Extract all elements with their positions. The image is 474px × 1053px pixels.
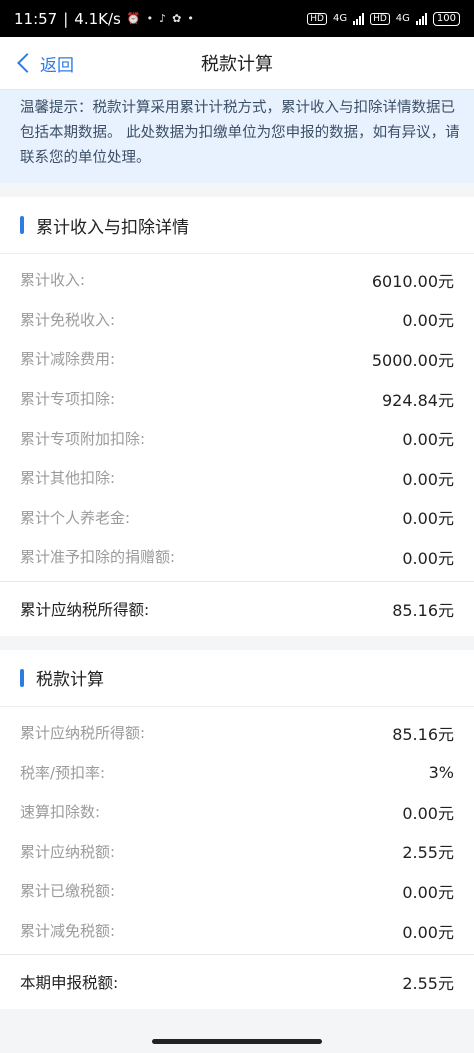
network-type-1: 4G <box>332 13 348 24</box>
total-value: 85.16元 <box>392 600 454 620</box>
row-label: 累计已缴税额: <box>20 882 116 901</box>
back-label: 返回 <box>40 55 74 76</box>
detail-row: 累计收入: 6010.00元 <box>0 260 474 300</box>
detail-row: 累计应纳税额: 2.55元 <box>0 832 474 872</box>
row-value: 3% <box>428 762 454 782</box>
row-value: 0.00元 <box>402 803 454 823</box>
notice-banner: 温馨提示：税款计算采用累计计税方式，累计收入与扣除详情数据已包括本期数据。 此处… <box>0 90 474 183</box>
row-value: 0.00元 <box>402 922 454 942</box>
row-value: 85.16元 <box>392 724 454 744</box>
detail-row: 累计专项扣除: 924.84元 <box>0 379 474 419</box>
more-notifications-icon: • <box>187 12 194 25</box>
app-notification-icon: ✿ <box>172 12 182 25</box>
notification-dot-icon: • <box>146 12 154 25</box>
total-value: 2.55元 <box>402 974 454 994</box>
row-value: 0.00元 <box>402 882 454 902</box>
detail-row: 累计个人养老金: 0.00元 <box>0 498 474 538</box>
home-indicator[interactable] <box>152 1039 322 1044</box>
row-label: 累计收入: <box>20 271 86 290</box>
signal-icon <box>353 12 365 25</box>
total-label: 累计应纳税所得额: <box>20 600 150 619</box>
row-value: 0.00元 <box>402 548 454 568</box>
income-section: 累计收入与扣除详情 累计收入: 6010.00元 累计免税收入: 0.00元 累计减… <box>0 197 474 636</box>
row-label: 累计减除费用: <box>20 350 116 369</box>
battery-icon: 100 <box>432 11 460 26</box>
detail-row: 累计其他扣除: 0.00元 <box>0 458 474 498</box>
row-label: 累计专项扣除: <box>20 390 116 409</box>
row-value: 0.00元 <box>402 430 454 450</box>
row-label: 累计减免税额: <box>20 922 116 941</box>
row-label: 速算扣除数: <box>20 803 101 822</box>
section-accent-bar <box>20 668 24 687</box>
section-header: 税款计算 <box>0 650 474 707</box>
total-row: 累计应纳税所得额: 85.16元 <box>0 580 474 636</box>
status-time: 11:57 <box>14 9 58 28</box>
detail-row: 累计减免税额: 0.00元 <box>0 911 474 951</box>
detail-row: 累计准予扣除的捐赠额: 0.00元 <box>0 537 474 577</box>
row-value: 0.00元 <box>402 311 454 331</box>
tax-section: 税款计算 累计应纳税所得额: 85.16元 税率/预扣率: 3% 速算扣除数: 0.0… <box>0 649 474 1010</box>
row-value: 0.00元 <box>402 509 454 529</box>
row-value: 924.84元 <box>382 390 454 410</box>
back-button[interactable]: 返回 <box>16 37 74 89</box>
network-type-2: 4G <box>395 13 410 24</box>
chevron-left-icon <box>17 53 37 73</box>
nav-bar: 返回 税款计算 <box>0 37 474 90</box>
section-accent-bar <box>20 216 24 234</box>
row-label: 累计专项附加扣除: <box>20 429 146 448</box>
status-divider: | <box>63 9 69 28</box>
detail-list: 累计收入: 6010.00元 累计免税收入: 0.00元 累计减除费用: 5000.0… <box>0 254 474 581</box>
section-title: 税款计算 <box>36 670 104 691</box>
detail-row: 累计免税收入: 0.00元 <box>0 300 474 340</box>
detail-row: 累计应纳税所得额: 85.16元 <box>0 713 474 753</box>
notice-text: 温馨提示：税款计算采用累计计税方式，累计收入与扣除详情数据已包括本期数据。 此处… <box>20 100 460 166</box>
status-bar: 11:57 | 4.1K/s ⏰ • ♪ ✿ • HD 4G HD 4G 100 <box>0 0 474 37</box>
row-label: 累计个人养老金: <box>20 508 131 527</box>
row-value: 6010.00元 <box>371 271 454 291</box>
status-left: 11:57 | 4.1K/s ⏰ • ♪ ✿ • <box>14 10 194 28</box>
row-value: 2.55元 <box>402 843 454 863</box>
row-label: 累计其他扣除: <box>20 469 116 488</box>
hd-icon-2: HD <box>370 12 390 25</box>
total-row: 本期申报税额: 2.55元 <box>0 954 474 1009</box>
network-speed: 4.1K/s <box>74 9 121 28</box>
tiktok-icon: ♪ <box>159 12 167 25</box>
detail-row: 税率/预扣率: 3% <box>0 752 474 792</box>
hd-icon: HD <box>307 12 327 25</box>
row-label: 累计应纳税所得额: <box>20 724 146 743</box>
row-label: 累计应纳税额: <box>20 842 116 861</box>
detail-row: 累计已缴税额: 0.00元 <box>0 871 474 911</box>
page-title: 税款计算 <box>201 54 273 75</box>
row-label: 累计免税收入: <box>20 310 116 329</box>
detail-row: 累计专项附加扣除: 0.00元 <box>0 418 474 458</box>
status-right: HD 4G HD 4G 100 <box>307 11 460 26</box>
alarm-icon: ⏰ <box>126 12 141 25</box>
detail-list: 累计应纳税所得额: 85.16元 税率/预扣率: 3% 速算扣除数: 0.00元 累计… <box>0 707 474 955</box>
section-title: 累计收入与扣除详情 <box>36 217 189 238</box>
detail-row: 速算扣除数: 0.00元 <box>0 792 474 832</box>
row-label: 税率/预扣率: <box>20 763 106 782</box>
detail-row: 累计减除费用: 5000.00元 <box>0 339 474 379</box>
row-value: 5000.00元 <box>371 350 454 370</box>
section-header: 累计收入与扣除详情 <box>0 197 474 254</box>
total-label: 本期申报税额: <box>20 974 119 993</box>
row-value: 0.00元 <box>402 469 454 489</box>
signal-icon-2 <box>415 12 427 25</box>
row-label: 累计准予扣除的捐赠额: <box>20 548 176 567</box>
